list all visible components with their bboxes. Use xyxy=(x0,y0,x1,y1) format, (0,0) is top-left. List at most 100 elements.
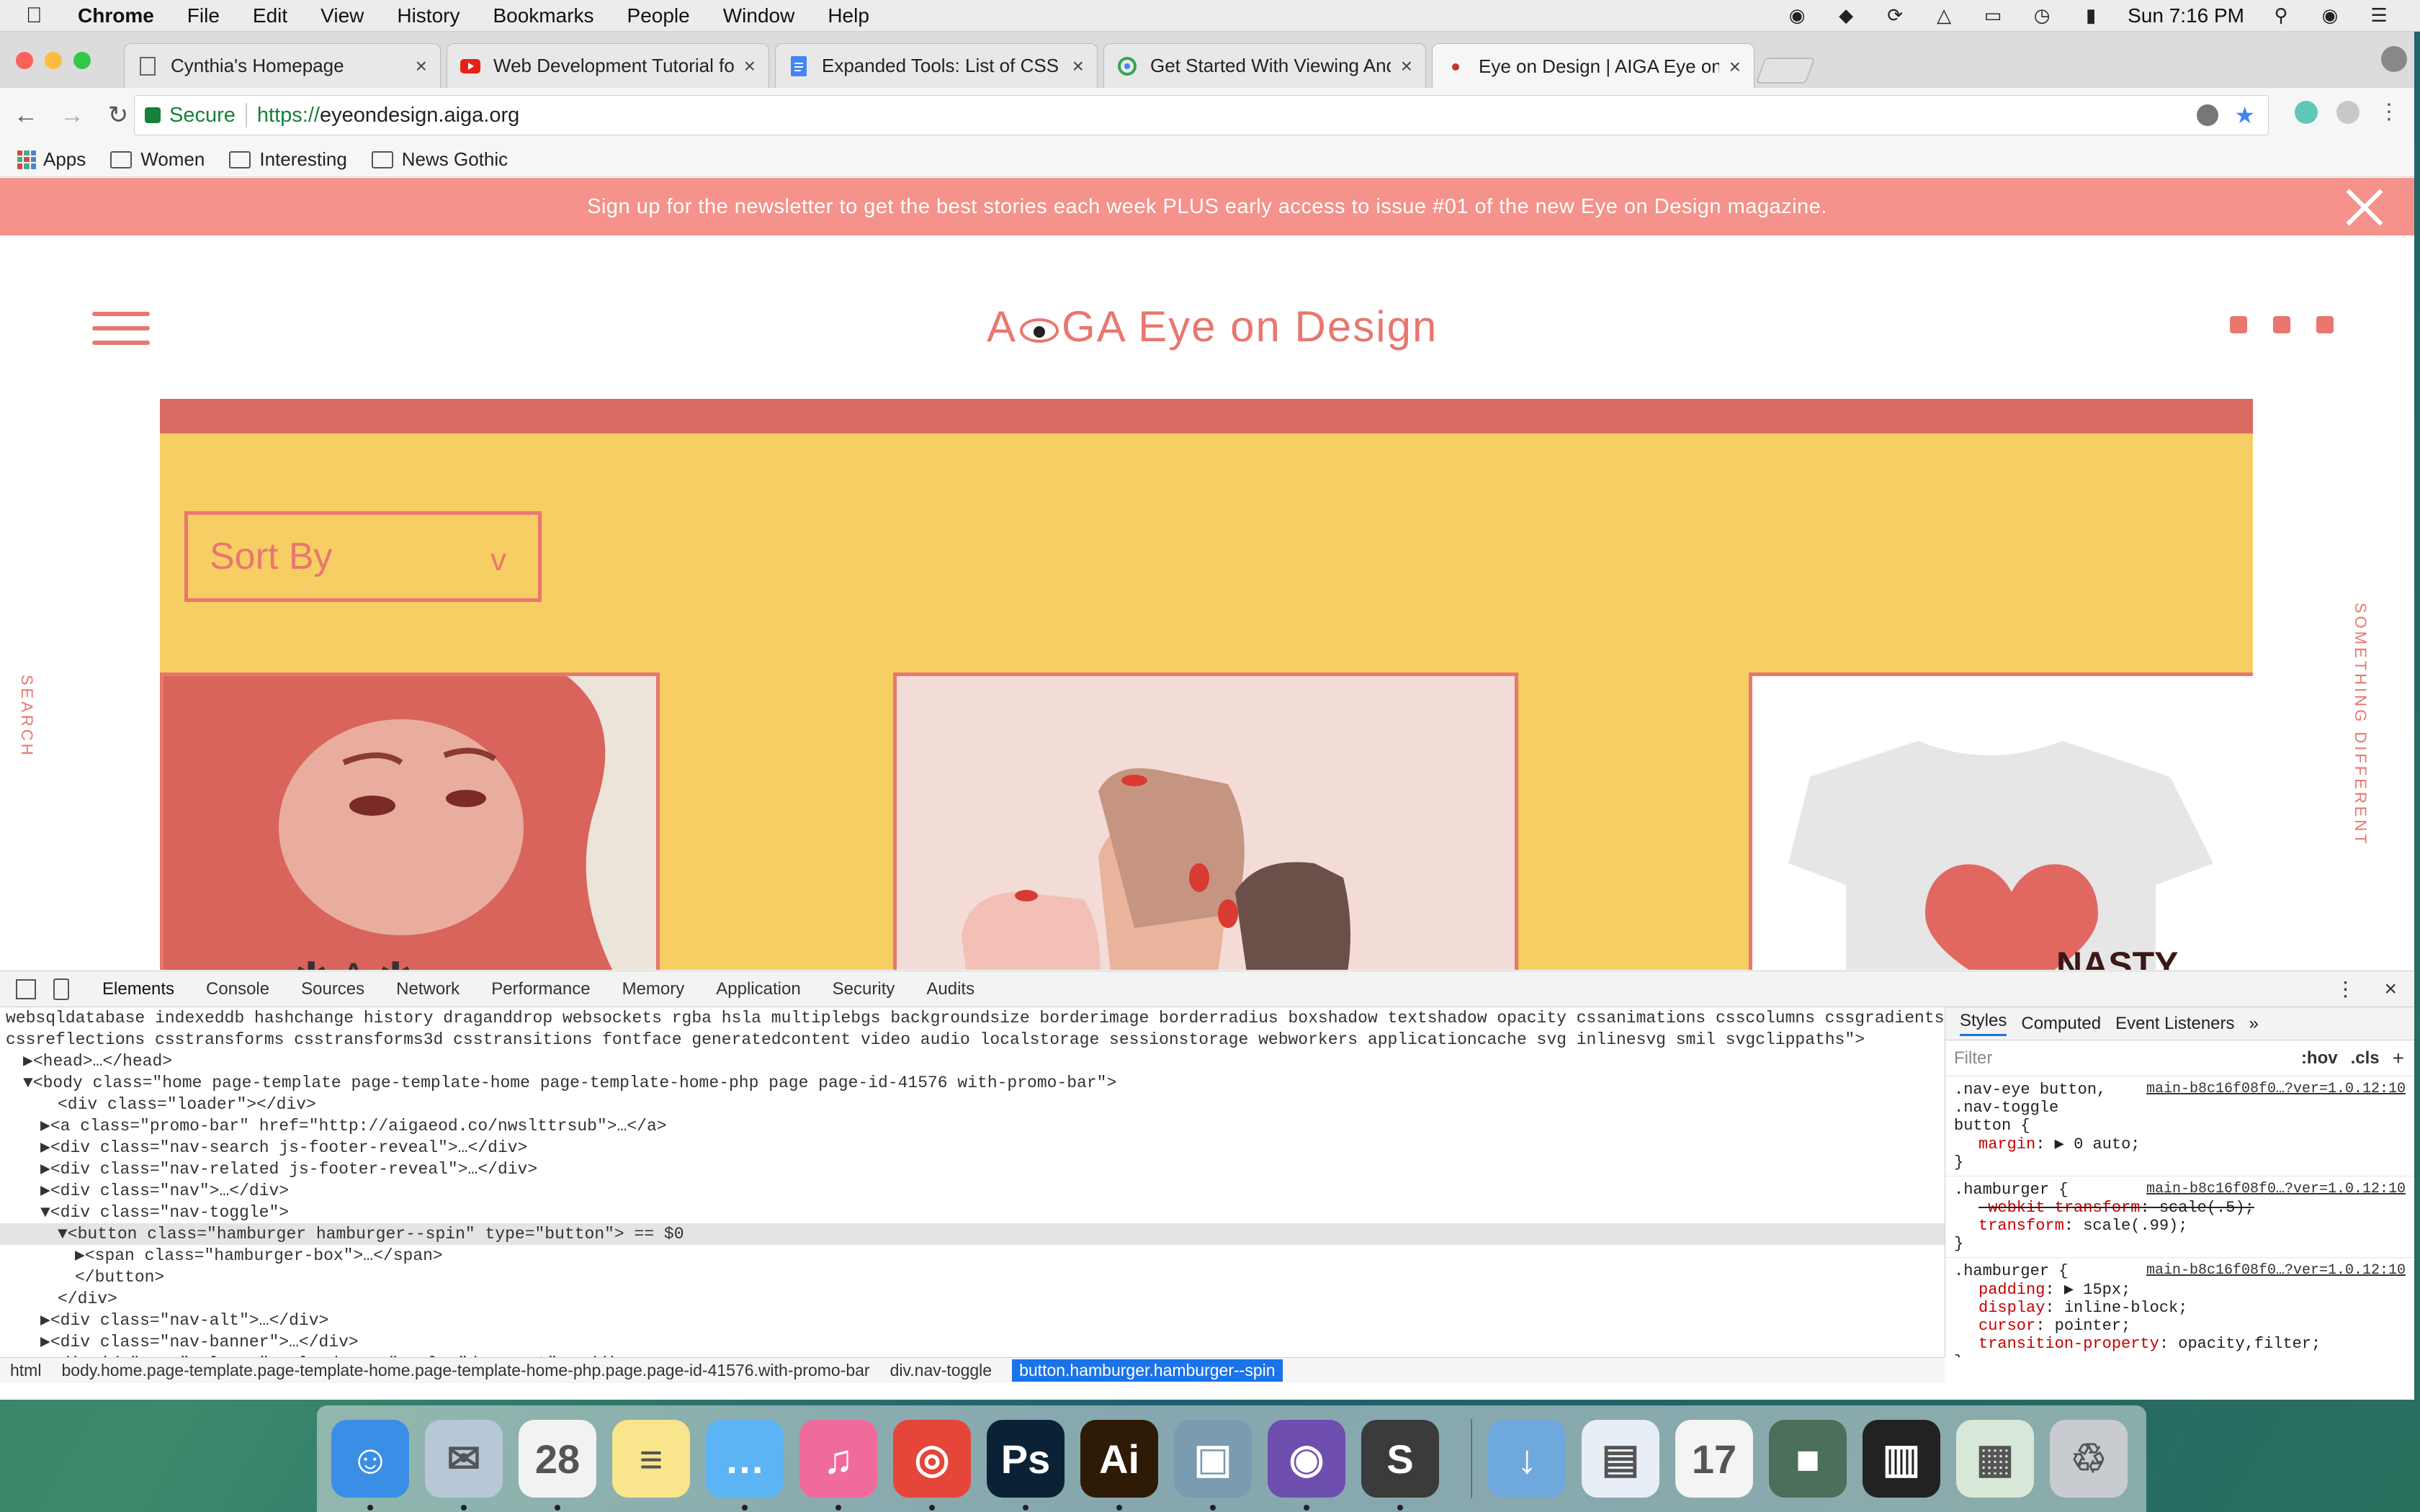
side-something-different-link[interactable]: SOMETHING DIFFERENT xyxy=(2351,603,2370,847)
sublime-icon[interactable]: S xyxy=(1361,1420,1439,1511)
profile-icon[interactable] xyxy=(2381,46,2407,72)
more-options-icon[interactable]: ⋮ xyxy=(2335,977,2355,1001)
spreadsheet-thumb-icon[interactable]: ▦ xyxy=(1956,1420,2034,1498)
wifi-icon[interactable]: ◷ xyxy=(2030,4,2054,27)
dom-node-line[interactable]: ▶<div class="nav-alt">…</div> xyxy=(0,1310,1945,1331)
dom-node-line[interactable]: ▶<div class="nav-related js-footer-revea… xyxy=(0,1158,1945,1180)
rule-source-link[interactable]: main-b8c16f08f0…?ver=1.0.12:10 xyxy=(2146,1262,2406,1279)
forward-arrow-icon[interactable]: → xyxy=(56,99,88,131)
tab-close-icon[interactable]: × xyxy=(744,55,756,78)
sync-icon[interactable]: ⟳ xyxy=(1883,4,1907,27)
css-property[interactable]: -webkit-transform: scale(.5); xyxy=(1954,1199,2406,1217)
calendar-icon[interactable]: 28 xyxy=(519,1420,596,1511)
article-card-portrait[interactable]: ✱ A ✱ xyxy=(160,672,660,970)
airplay-icon[interactable]: ▭ xyxy=(1981,4,2005,27)
article-card-tshirt[interactable]: NASTY xyxy=(1749,672,2253,970)
tab-elements[interactable]: Elements xyxy=(102,979,174,999)
bookmark-women[interactable]: Women xyxy=(110,148,205,171)
hamburger-menu-icon[interactable] xyxy=(92,312,150,346)
class-toggle[interactable]: .cls xyxy=(2351,1048,2380,1068)
filter-input[interactable]: Filter xyxy=(1954,1048,1992,1068)
tab-styles[interactable]: Styles xyxy=(1960,1011,2007,1036)
tab-close-icon[interactable]: × xyxy=(416,55,427,78)
twitter-icon[interactable] xyxy=(2230,316,2247,333)
instagram-icon[interactable] xyxy=(2316,316,2334,333)
menu-people[interactable]: People xyxy=(627,4,690,27)
article-card-fists[interactable] xyxy=(893,672,1518,970)
battery-icon[interactable]: ▮ xyxy=(2079,4,2103,27)
dom-node-line[interactable]: ▼<button class="hamburger hamburger--spi… xyxy=(0,1223,1945,1245)
dom-node-line[interactable]: ▶<div class="nav-search js-footer-reveal… xyxy=(0,1137,1945,1158)
window-close-button[interactable] xyxy=(16,52,33,69)
site-logo[interactable]: A GA Eye on Design xyxy=(987,302,1438,351)
messages-icon[interactable]: … xyxy=(706,1420,784,1511)
address-bar[interactable]: Secure https:// eyeondesign.aiga.org ★ xyxy=(134,95,2269,135)
menu-window[interactable]: Window xyxy=(723,4,795,27)
add-rule-icon[interactable]: + xyxy=(2393,1047,2404,1070)
google-drive-icon[interactable]: △ xyxy=(1932,4,1956,27)
tab-expanded-tools[interactable]: Expanded Tools: List of CSS A × xyxy=(775,43,1098,88)
close-devtools-icon[interactable]: × xyxy=(2384,977,2397,1002)
creative-cloud-icon[interactable]: ◉ xyxy=(1785,4,1809,27)
tab-console[interactable]: Console xyxy=(206,979,269,999)
css-property[interactable]: display: inline-block; xyxy=(1954,1299,2406,1317)
rule-source-link[interactable]: main-b8c16f08f0…?ver=1.0.12:10 xyxy=(2146,1181,2406,1197)
preview-icon[interactable]: ▣ xyxy=(1174,1420,1252,1511)
breadcrumb-html[interactable]: html xyxy=(10,1361,41,1380)
spotlight-search-icon[interactable]: ⚲ xyxy=(2269,4,2293,27)
document-thumb-icon[interactable]: ▤ xyxy=(1582,1420,1659,1498)
tab-computed[interactable]: Computed xyxy=(2021,1014,2101,1034)
dropbox-icon[interactable]: ◆ xyxy=(1834,4,1858,27)
chrome-menu-icon[interactable]: ⋮ xyxy=(2378,99,2400,125)
photoshop-icon[interactable]: Ps xyxy=(987,1420,1065,1511)
notification-center-icon[interactable]: ☰ xyxy=(2367,4,2391,27)
dom-node-line[interactable]: ▶<span class="hamburger-box">…</span> xyxy=(0,1245,1945,1266)
css-rule[interactable]: main-b8c16f08f0…?ver=1.0.12:10 .hamburger… xyxy=(1945,1258,2414,1357)
calendar-thumb-icon[interactable]: 17 xyxy=(1675,1420,1753,1498)
siri-icon[interactable]: ◉ xyxy=(2318,4,2342,27)
menu-bookmarks[interactable]: Bookmarks xyxy=(493,4,593,27)
bookmark-apps[interactable]: Apps xyxy=(17,148,86,171)
promo-text[interactable]: Sign up for the newsletter to get the be… xyxy=(587,195,1827,219)
bookmark-news-gothic[interactable]: News Gothic xyxy=(371,148,508,171)
tab-get-started-viewing[interactable]: Get Started With Viewing And × xyxy=(1103,43,1426,88)
side-search-link[interactable]: SEARCH xyxy=(17,675,36,758)
tab-eye-on-design[interactable]: Eye on Design | AIGA Eye on D × xyxy=(1432,43,1754,89)
tab-close-icon[interactable]: × xyxy=(1401,55,1412,78)
chrome-icon[interactable]: ◎ xyxy=(893,1420,971,1511)
tab-security[interactable]: Security xyxy=(833,979,895,999)
menu-history[interactable]: History xyxy=(397,4,460,27)
apple-menu-icon[interactable]:  xyxy=(26,4,52,28)
cloud-extension-icon[interactable] xyxy=(2336,100,2360,124)
bookmark-star-icon[interactable]: ★ xyxy=(2234,104,2255,127)
rule-source-link[interactable]: main-b8c16f08f0…?ver=1.0.12:10 xyxy=(2146,1081,2406,1097)
dom-node-line[interactable]: ▶<div class="nav">…</div> xyxy=(0,1180,1945,1202)
menu-app-name[interactable]: Chrome xyxy=(78,4,154,27)
breadcrumb-hamburger-button[interactable]: button.hamburger.hamburger--spin xyxy=(1012,1359,1283,1382)
itunes-icon[interactable]: ♫ xyxy=(799,1420,877,1511)
dom-node-line[interactable]: <div class="loader"></div> xyxy=(0,1094,1945,1115)
tab-network[interactable]: Network xyxy=(396,979,460,999)
tab-close-icon[interactable]: × xyxy=(1072,55,1084,78)
tab-sources[interactable]: Sources xyxy=(301,979,364,999)
downloads-icon[interactable]: ↓ xyxy=(1488,1420,1566,1498)
sort-by-dropdown[interactable]: Sort By v xyxy=(184,511,542,602)
clock[interactable]: Sun 7:16 PM xyxy=(2128,4,2244,27)
tab-audits[interactable]: Audits xyxy=(926,979,974,999)
dom-node-line[interactable]: </div> xyxy=(0,1288,1945,1310)
tab-cynthias-homepage[interactable]: Cynthia's Homepage × xyxy=(124,43,441,88)
tab-close-icon[interactable]: × xyxy=(1729,55,1741,78)
bookmark-interesting[interactable]: Interesting xyxy=(229,148,347,171)
css-property[interactable]: cursor: pointer; xyxy=(1954,1317,2406,1335)
illustrator-icon[interactable]: Ai xyxy=(1080,1420,1158,1511)
facebook-icon[interactable] xyxy=(2273,316,2290,333)
breadcrumb-nav-toggle[interactable]: div.nav-toggle xyxy=(890,1361,992,1380)
device-toolbar-icon[interactable] xyxy=(53,978,69,1000)
css-rule[interactable]: main-b8c16f08f0…?ver=1.0.12:10 .nav-eye b… xyxy=(1945,1076,2414,1176)
blocked-popup-icon[interactable] xyxy=(2197,104,2219,126)
dom-node-line[interactable]: cssreflections csstransforms csstransfor… xyxy=(0,1029,1945,1050)
new-tab-button[interactable] xyxy=(1755,58,1816,84)
mail-icon[interactable]: ✉ xyxy=(425,1420,503,1511)
css-property[interactable]: transition-property: opacity,filter; xyxy=(1954,1335,2406,1353)
finder-icon[interactable]: ☺ xyxy=(331,1420,409,1511)
